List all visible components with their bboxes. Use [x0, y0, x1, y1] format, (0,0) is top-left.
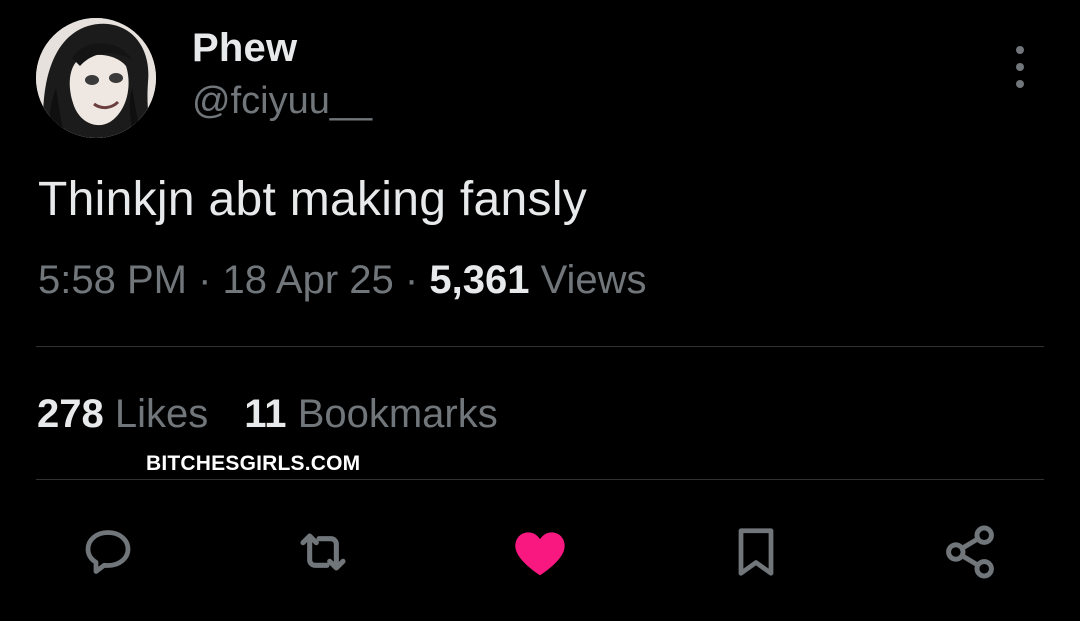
tweet-date[interactable]: 18 Apr 25 [223, 258, 394, 302]
tweet-stats: 278 Likes 11 Bookmarks [37, 392, 498, 437]
tweet-meta: 5:58 PM · 18 Apr 25 · 5,361 Views [38, 258, 647, 303]
retweet-button[interactable] [291, 520, 355, 584]
tweet-time[interactable]: 5:58 PM [38, 258, 187, 302]
share-icon [946, 525, 994, 579]
more-dot [1016, 46, 1024, 54]
divider [36, 479, 1044, 480]
avatar[interactable] [36, 18, 156, 138]
bookmarks-stat[interactable]: 11 Bookmarks [244, 392, 497, 436]
divider [36, 346, 1044, 347]
likes-label: Likes [114, 392, 209, 436]
display-name[interactable]: Phew [192, 26, 297, 71]
share-button[interactable] [938, 520, 1002, 584]
tweet-text: Thinkjn abt making fansly [38, 173, 588, 226]
bookmark-icon [738, 528, 774, 576]
avatar-image [36, 18, 156, 138]
reply-icon [85, 530, 131, 574]
bookmarks-label: Bookmarks [297, 392, 498, 436]
meta-separator: · [404, 258, 430, 302]
bookmark-button[interactable] [724, 520, 788, 584]
like-button[interactable] [508, 520, 572, 584]
user-handle[interactable]: @fciyuu__ [192, 80, 372, 123]
likes-count: 278 [37, 392, 104, 436]
views-count: 5,361 [429, 258, 530, 302]
bookmarks-count: 11 [244, 392, 287, 436]
more-vertical-icon[interactable] [1002, 46, 1038, 88]
more-dot [1016, 80, 1024, 88]
more-dot [1016, 63, 1024, 71]
retweet-icon [300, 533, 346, 571]
likes-stat[interactable]: 278 Likes [37, 392, 208, 436]
reply-button[interactable] [76, 520, 140, 584]
meta-separator: · [198, 258, 223, 302]
heart-icon [515, 532, 565, 576]
watermark: BITCHESGIRLS.COM [146, 452, 361, 475]
views-label: Views [540, 258, 647, 302]
